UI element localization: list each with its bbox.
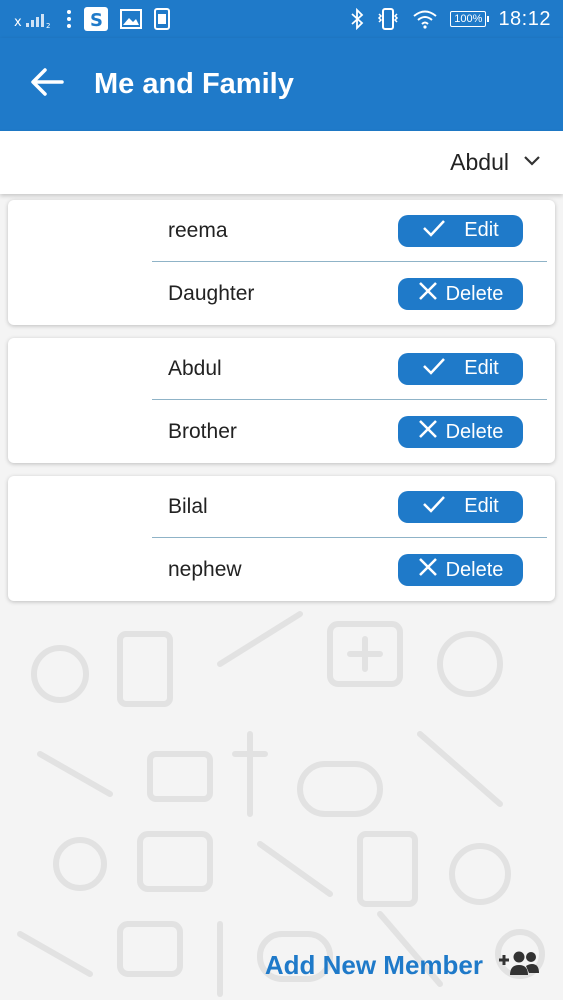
app-s-icon: S	[84, 7, 108, 31]
back-button[interactable]	[0, 38, 94, 131]
delete-button[interactable]: Delete	[398, 278, 523, 310]
status-right: 100% 18:12	[350, 8, 551, 31]
member-dropdown-value: Abdul	[450, 149, 509, 175]
check-icon	[422, 357, 446, 381]
arrow-left-icon	[30, 67, 64, 102]
delete-button[interactable]: Delete	[398, 416, 523, 448]
member-relation-row: Brother Delete	[152, 401, 547, 463]
add-new-member-button[interactable]: Add New Member	[265, 945, 539, 985]
member-relation-row: Daughter Delete	[152, 263, 547, 325]
member-name: Bilal	[168, 494, 208, 518]
chevron-down-icon	[523, 154, 541, 172]
delete-button[interactable]: Delete	[398, 554, 523, 586]
bluetooth-icon	[350, 8, 364, 30]
vibrate-icon	[376, 8, 400, 30]
edit-button-label: Edit	[464, 219, 499, 241]
check-icon	[422, 495, 446, 519]
member-name-row: Abdul Edit	[152, 338, 547, 400]
wifi-icon	[412, 9, 438, 29]
status-time: 18:12	[498, 7, 551, 30]
member-card: Abdul Edit Brother Delete	[8, 338, 555, 463]
member-relation-row: nephew Delete	[152, 539, 547, 601]
member-list: reema Edit Daughter Delete Abdul Edit Br…	[8, 200, 555, 614]
menu-dots-icon	[66, 9, 72, 29]
page-title: Me and Family	[94, 68, 294, 100]
delete-button-label: Delete	[445, 420, 504, 443]
battery-icon: 100%	[450, 11, 490, 27]
status-bar: x 2 S 100% 18:12	[0, 0, 563, 38]
delete-button-label: Delete	[445, 558, 504, 581]
signal-icon: x 2	[14, 9, 54, 29]
delete-button-label: Delete	[445, 282, 504, 305]
check-icon	[422, 219, 446, 243]
member-card: reema Edit Daughter Delete	[8, 200, 555, 325]
edit-button-label: Edit	[464, 357, 499, 379]
edit-button[interactable]: Edit	[398, 352, 523, 385]
sim-icon	[154, 8, 170, 30]
svg-text:2: 2	[46, 22, 50, 29]
member-relation: Brother	[168, 420, 237, 443]
member-name: reema	[168, 218, 228, 242]
status-left: x 2 S	[14, 7, 170, 31]
signal-x-label: x	[14, 15, 22, 29]
edit-button[interactable]: Edit	[398, 490, 523, 523]
edit-button[interactable]: Edit	[398, 214, 523, 247]
close-icon	[418, 557, 438, 583]
member-card: Bilal Edit nephew Delete	[8, 476, 555, 601]
member-selector-bar: Abdul	[0, 131, 563, 194]
member-name-row: reema Edit	[152, 200, 547, 262]
add-new-member-label: Add New Member	[264, 949, 483, 980]
app-bar: Me and Family	[0, 38, 563, 131]
close-icon	[418, 281, 438, 307]
close-icon	[418, 419, 438, 445]
add-group-icon	[499, 949, 539, 982]
image-icon	[120, 9, 142, 29]
edit-button-label: Edit	[464, 495, 499, 517]
member-name-row: Bilal Edit	[152, 476, 547, 538]
svg-text:S: S	[90, 10, 103, 31]
member-name: Abdul	[168, 356, 222, 380]
member-relation: nephew	[168, 558, 242, 581]
member-relation: Daughter	[168, 282, 255, 305]
member-dropdown[interactable]: Abdul	[450, 149, 541, 176]
